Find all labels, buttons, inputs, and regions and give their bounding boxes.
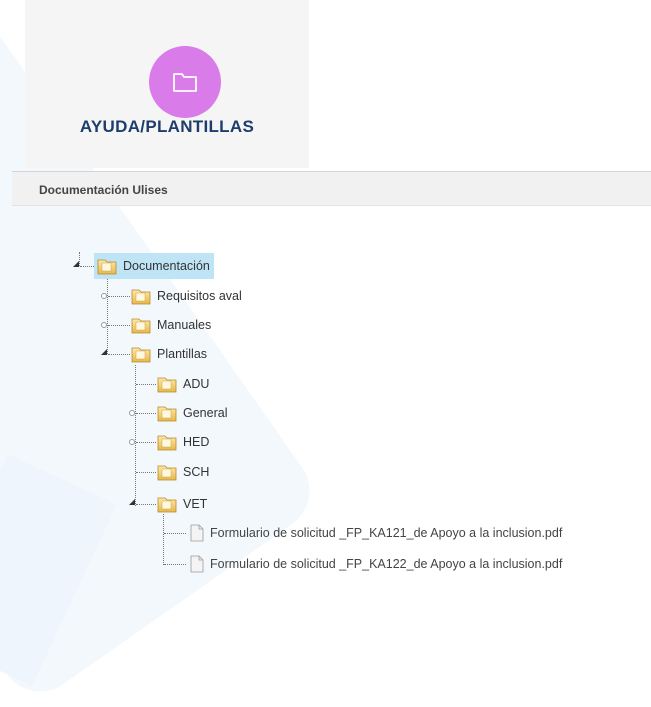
collapse-toggle-icon[interactable] [101,349,109,357]
tree-node-label: ADU [183,377,210,391]
tree-node-label: Plantillas [157,347,208,361]
tree-connector [108,354,130,355]
tree-node-file-ka121[interactable]: Formulario de solicitud _FP_KA121_de Apo… [185,522,562,544]
folder-icon [97,259,117,275]
tree-connector [164,533,186,534]
expand-toggle-icon[interactable] [129,438,137,446]
tree-connector [135,365,136,506]
folder-icon [157,406,177,422]
tree-connector [136,384,156,385]
tile-title: AYUDA/PLANTILLAS [79,117,255,136]
tree-connector [136,472,156,473]
file-icon [190,524,204,542]
collapse-toggle-icon[interactable] [129,499,137,507]
tree-node-manuales[interactable]: Manuales [128,314,211,336]
tree-connector [136,504,156,505]
tree-node-label: General [183,406,228,420]
file-icon [190,555,204,573]
tree-node-label: Manuales [157,318,212,332]
folder-icon [131,347,151,363]
collapse-toggle-icon[interactable] [73,261,81,269]
tree-node-vet[interactable]: VET [154,493,207,515]
tree-connector [163,514,164,565]
tree-node-label: Documentación [123,259,210,273]
tree-node-label: Requisitos aval [157,289,242,303]
tree-connector [136,413,156,414]
expand-toggle-icon[interactable] [101,292,109,300]
tree-node-hed[interactable]: HED [154,431,209,453]
tree-node-requisitos-aval[interactable]: Requisitos aval [128,285,242,307]
tree-node-label: Formulario de solicitud _FP_KA121_de Apo… [210,526,563,540]
tree-node-label: HED [183,435,210,449]
expand-toggle-icon[interactable] [129,409,137,417]
folder-icon [157,497,177,513]
expand-toggle-icon[interactable] [101,321,109,329]
tree-node-sch[interactable]: SCH [154,461,209,483]
panel-header: Documentación Ulises [12,171,651,206]
folder-icon [131,289,151,305]
folder-icon [157,465,177,481]
tree-node-documentacion[interactable]: Documentación [94,253,214,279]
tree-node-general[interactable]: General [154,402,227,424]
tree-connector [80,266,94,267]
tree-node-adu[interactable]: ADU [154,373,209,395]
folder-icon [131,318,151,334]
folder-icon [157,435,177,451]
tree-connector [164,564,186,565]
folder-icon [157,377,177,393]
tree-connector [136,442,156,443]
ayuda-plantillas-tile[interactable]: AYUDA/PLANTILLAS [25,0,309,168]
tree-node-file-ka122[interactable]: Formulario de solicitud _FP_KA122_de Apo… [185,553,562,575]
tree-node-label: Formulario de solicitud _FP_KA122_de Apo… [210,557,563,571]
tree-connector [108,296,130,297]
tree-node-label: SCH [183,465,210,479]
folder-icon [149,46,221,118]
tree-connector [107,276,108,354]
panel-title: Documentación Ulises [39,183,168,197]
tree-connector [108,325,130,326]
tree-node-plantillas[interactable]: Plantillas [128,343,207,365]
tree-node-label: VET [183,497,208,511]
